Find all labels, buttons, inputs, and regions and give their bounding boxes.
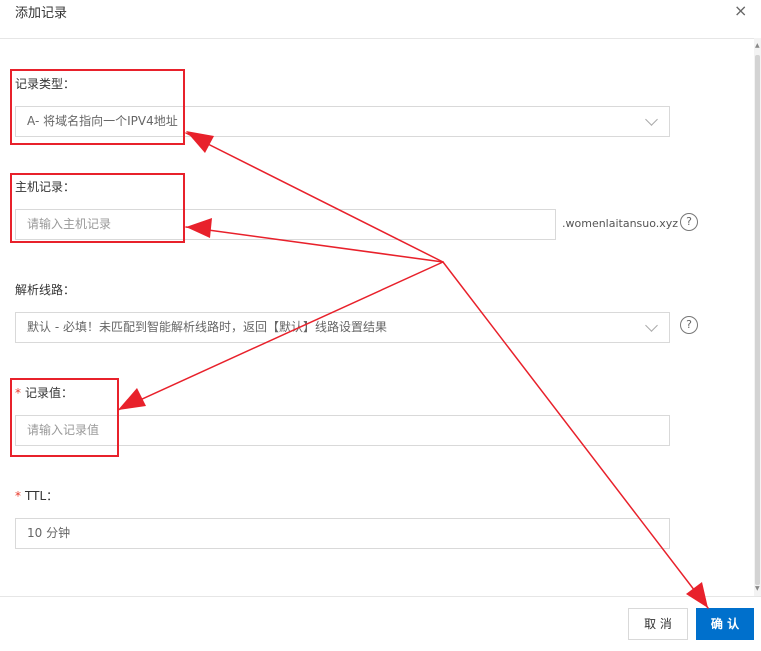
arrowhead-record-value — [118, 388, 146, 410]
arrow-to-confirm — [442, 261, 709, 609]
arrowhead-host-record — [186, 218, 212, 238]
arrow-to-host-record — [185, 226, 444, 263]
arrow-to-record-type — [185, 132, 444, 263]
arrow-to-record-value — [117, 261, 444, 411]
arrowhead-confirm — [686, 582, 708, 608]
arrowhead-record-type — [186, 131, 214, 153]
annotation-arrows — [117, 131, 709, 609]
